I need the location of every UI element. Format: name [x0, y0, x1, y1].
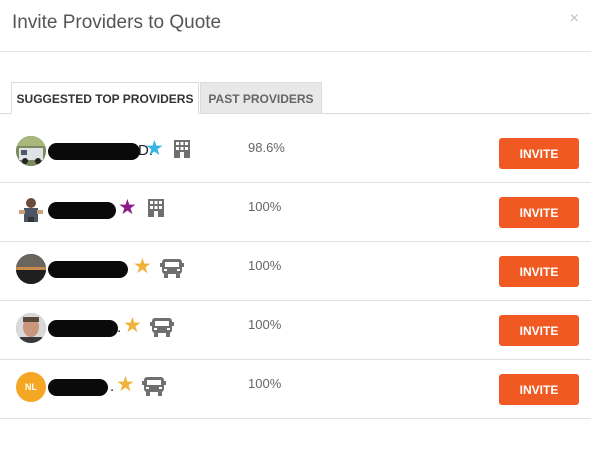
building-icon	[148, 199, 164, 222]
provider-score: 100%	[248, 376, 282, 391]
provider-score: 100%	[248, 258, 282, 273]
redacted-name	[48, 143, 140, 160]
invite-button[interactable]: INVITE	[499, 315, 579, 346]
star-icon: ★	[118, 196, 137, 219]
avatar	[16, 254, 46, 284]
truck-icon	[150, 318, 174, 343]
redacted-name	[48, 202, 116, 219]
star-icon: ★	[133, 255, 152, 278]
provider-row: ★ 100% INVITE	[0, 242, 591, 301]
invite-button[interactable]: INVITE	[499, 138, 579, 169]
redacted-name	[48, 320, 118, 337]
redacted-name	[48, 379, 108, 396]
provider-name-suffix: .	[110, 378, 115, 395]
avatar	[16, 195, 46, 225]
invite-button[interactable]: INVITE	[499, 374, 579, 405]
provider-name-suffix: .	[117, 319, 122, 336]
provider-score: 100%	[248, 317, 282, 332]
truck-icon	[160, 259, 184, 284]
invite-button[interactable]: INVITE	[499, 256, 579, 287]
avatar	[16, 313, 46, 343]
modal-title: Invite Providers to Quote	[12, 12, 222, 33]
avatar	[16, 136, 46, 166]
modal-header: Invite Providers to Quote ×	[0, 0, 591, 52]
building-icon	[174, 140, 190, 163]
provider-row: . ★ 100% INVITE	[0, 301, 591, 360]
provider-row: NL . ★ 100% INVITE	[0, 360, 591, 419]
invite-button[interactable]: INVITE	[499, 197, 579, 228]
tab-suggested-top-providers[interactable]: SUGGESTED TOP PROVIDERS	[11, 82, 199, 114]
redacted-name	[48, 261, 128, 278]
star-icon: ★	[145, 137, 164, 160]
tab-bar: SUGGESTED TOP PROVIDERS PAST PROVIDERS	[0, 82, 591, 114]
provider-row: ★ 100% INVITE	[0, 183, 591, 242]
provider-score: 98.6%	[248, 140, 285, 155]
tab-past-providers[interactable]: PAST PROVIDERS	[200, 82, 322, 113]
star-icon: ★	[116, 373, 135, 396]
provider-list: D. ★ 98.6% INVITE ★ 100% INVITE ★ 100% I…	[0, 124, 591, 419]
avatar: NL	[16, 372, 46, 402]
provider-row: D. ★ 98.6% INVITE	[0, 124, 591, 183]
truck-icon	[142, 377, 166, 402]
star-icon: ★	[123, 314, 142, 337]
provider-score: 100%	[248, 199, 282, 214]
close-icon[interactable]: ×	[570, 10, 579, 28]
